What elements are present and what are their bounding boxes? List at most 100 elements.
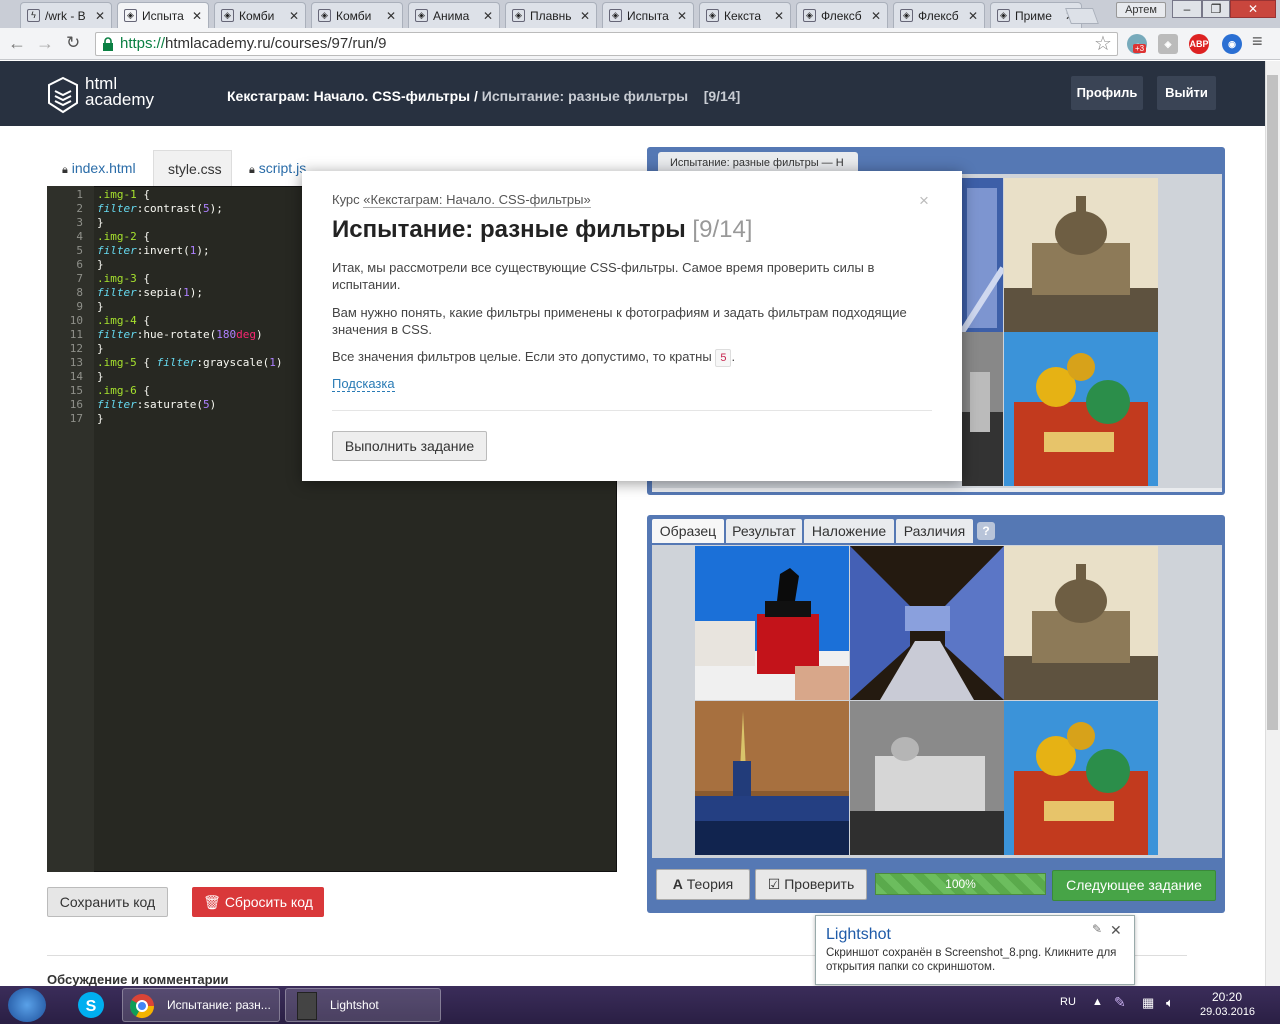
code-line[interactable]: } xyxy=(97,342,104,356)
adblock-icon[interactable]: ABP xyxy=(1189,34,1209,54)
bookmark-star-icon[interactable]: ☆ xyxy=(1094,31,1112,56)
browser-tab[interactable]: ◈ Флексб ✕ xyxy=(796,2,888,28)
close-icon[interactable]: × xyxy=(919,191,929,211)
tab-close-icon[interactable]: ✕ xyxy=(871,9,881,23)
sample-image-6 xyxy=(1004,701,1158,855)
logout-button[interactable]: Выйти xyxy=(1157,76,1216,110)
help-icon[interactable]: ? xyxy=(977,522,995,540)
browser-tab-title: Комби xyxy=(239,8,275,23)
profile-badge[interactable]: Артем xyxy=(1116,2,1166,18)
browser-tab[interactable]: ◈ Испыта ✕ xyxy=(117,2,209,28)
code-line[interactable]: filter:contrast(5); xyxy=(97,202,223,216)
code-line[interactable]: } xyxy=(97,216,104,230)
logo-line-2: academy xyxy=(85,90,154,109)
code-line[interactable]: } xyxy=(97,300,104,314)
browser-tab[interactable]: ◈ Испыта ✕ xyxy=(602,2,694,28)
code-line[interactable]: filter:hue-rotate(180deg) xyxy=(97,328,263,342)
volume-icon[interactable]: 🔈︎ xyxy=(1166,995,1174,1011)
clock-date[interactable]: 29.03.2016 xyxy=(1200,1006,1255,1018)
code-line[interactable]: .img-6 { xyxy=(97,384,150,398)
browser-tab[interactable]: ◈ Флексб ✕ xyxy=(893,2,985,28)
logo-text[interactable]: html academy xyxy=(85,75,154,109)
progress-bar: 100% xyxy=(875,873,1046,895)
browser-tab[interactable]: ◈ Анима ✕ xyxy=(408,2,500,28)
check-label: Проверить xyxy=(784,876,855,892)
course-link[interactable]: «Кекстаграм: Начало. CSS-фильтры» xyxy=(363,192,591,208)
tab-result[interactable]: Результат xyxy=(726,519,802,543)
tab-index-html[interactable]: 🔒︎ index.html xyxy=(50,150,150,186)
htmlacademy-favicon-icon: ◈ xyxy=(706,9,719,22)
trash-icon: 🗑︎ xyxy=(203,894,221,910)
browser-tab-title: /wrk - B xyxy=(45,8,86,23)
checkbox-icon: ☑ xyxy=(767,876,781,892)
browser-tab[interactable]: ϟ/wrk - B ✕ xyxy=(20,2,112,28)
clock-time[interactable]: 20:20 xyxy=(1212,990,1242,1004)
new-tab-button[interactable] xyxy=(1065,8,1099,24)
hint-link[interactable]: Подсказка xyxy=(332,376,395,392)
check-button[interactable]: ☑ Проверить xyxy=(755,869,867,900)
tab-close-icon[interactable]: ✕ xyxy=(968,9,978,23)
browser-tab[interactable]: ◈ Кекста ✕ xyxy=(699,2,791,28)
globe-extension-icon[interactable]: ◉ xyxy=(1222,34,1242,54)
htmlacademy-favicon-icon: ◈ xyxy=(318,9,331,22)
language-indicator[interactable]: RU xyxy=(1060,996,1076,1008)
tab-overlay[interactable]: Наложение xyxy=(804,519,894,543)
shield-extension-icon[interactable]: ◈ xyxy=(1158,34,1178,54)
code-line[interactable]: filter:saturate(5) xyxy=(97,398,216,412)
tab-close-icon[interactable]: ✕ xyxy=(95,9,105,23)
code-line[interactable]: } xyxy=(97,412,104,426)
forward-icon[interactable]: → xyxy=(36,33,54,54)
notification-message: Скриншот сохранён в Screenshot_8.png. Кл… xyxy=(826,947,1117,973)
code-line[interactable]: .img-1 { xyxy=(97,188,150,202)
tab-sample[interactable]: Образец xyxy=(652,519,724,543)
theory-button[interactable]: A Теория xyxy=(656,869,750,900)
url-input[interactable]: https://htmlacademy.ru/courses/97/run/9 xyxy=(95,32,1118,56)
tab-style-css[interactable]: style.css xyxy=(153,150,232,186)
code-line[interactable]: filter:sepia(1); xyxy=(97,286,203,300)
network-icon[interactable]: ▦ xyxy=(1142,995,1154,1011)
tab-close-icon[interactable]: ✕ xyxy=(386,9,396,23)
tab-label: index.html xyxy=(71,160,136,176)
code-line[interactable]: .img-3 { xyxy=(97,272,150,286)
code-line[interactable]: filter:invert(1); xyxy=(97,244,210,258)
browser-tab[interactable]: ◈ Плавнь ✕ xyxy=(505,2,597,28)
tab-close-icon[interactable]: ✕ xyxy=(192,9,202,23)
scrollbar-thumb[interactable] xyxy=(1267,75,1278,730)
code-line[interactable]: } xyxy=(97,370,104,384)
tab-close-icon[interactable]: ✕ xyxy=(774,9,784,23)
browser-tab[interactable]: ◈ Комби ✕ xyxy=(311,2,403,28)
close-window-button[interactable]: ✕ xyxy=(1230,0,1276,18)
code-line[interactable]: .img-4 { xyxy=(97,314,150,328)
lightshot-tray-icon[interactable]: ✎ xyxy=(1114,994,1126,1011)
tab-close-icon[interactable]: ✕ xyxy=(483,9,493,23)
code-line[interactable]: .img-2 { xyxy=(97,230,150,244)
preview-image-2 xyxy=(962,178,1003,332)
tab-close-icon[interactable]: ✕ xyxy=(677,9,687,23)
tab-close-icon[interactable]: ✕ xyxy=(580,9,590,23)
html-academy-logo-icon[interactable] xyxy=(47,76,79,114)
tab-close-icon[interactable]: ✕ xyxy=(289,9,299,23)
minimize-button[interactable]: – xyxy=(1172,0,1202,18)
menu-icon[interactable]: ≡ xyxy=(1252,31,1263,52)
reload-icon[interactable]: ↻ xyxy=(66,33,80,53)
breadcrumb-course[interactable]: Кекстаграм: Начало. CSS-фильтры / xyxy=(227,88,478,104)
preview-footer xyxy=(652,488,1222,492)
windows-start-icon[interactable] xyxy=(8,988,46,1022)
lock-icon: 🔒︎ xyxy=(62,164,68,176)
code-line[interactable]: } xyxy=(97,258,104,272)
url-scheme: https:// xyxy=(120,35,166,52)
do-task-button[interactable]: Выполнить задание xyxy=(332,431,487,461)
back-icon[interactable]: ← xyxy=(8,33,26,54)
browser-tab[interactable]: ◈ Комби ✕ xyxy=(214,2,306,28)
tray-expand-icon[interactable]: ▲ xyxy=(1092,996,1103,1008)
code-line[interactable]: .img-5 { filter:grayscale(1) xyxy=(97,356,282,370)
save-code-button[interactable]: Сохранить код xyxy=(47,887,168,917)
maximize-button[interactable]: ❐ xyxy=(1202,0,1230,18)
profile-button[interactable]: Профиль xyxy=(1071,76,1143,110)
close-icon[interactable]: ✕ xyxy=(1110,922,1122,939)
skype-icon[interactable]: S xyxy=(72,989,110,1021)
next-task-button[interactable]: Следующее задание xyxy=(1052,870,1216,901)
pin-icon[interactable]: ✎ xyxy=(1092,922,1102,936)
tab-diff[interactable]: Различия xyxy=(896,519,973,543)
reset-code-button[interactable]: 🗑︎ Сбросить код xyxy=(192,887,324,917)
